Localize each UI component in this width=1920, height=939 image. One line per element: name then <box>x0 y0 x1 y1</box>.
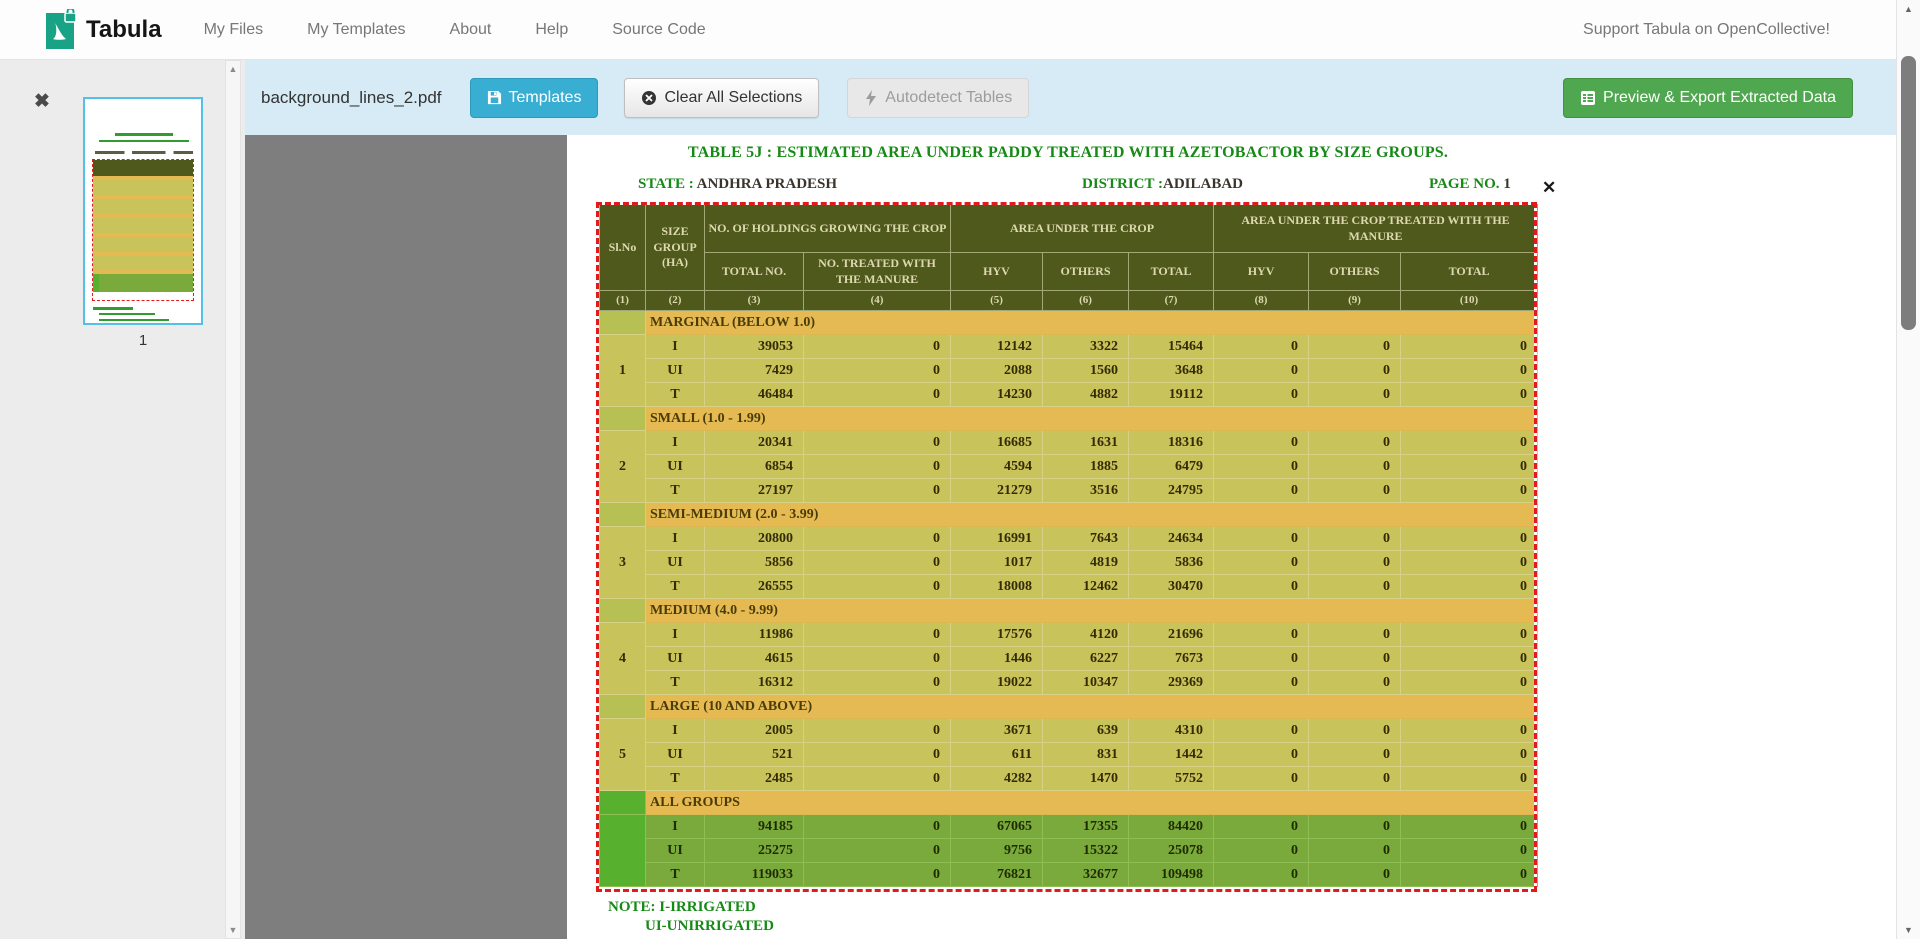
brand-title: Tabula <box>86 16 162 44</box>
selection-close-icon[interactable]: ✕ <box>1542 178 1556 198</box>
flash-icon <box>864 90 878 106</box>
window-scrollbar[interactable]: ▲ ▼ <box>1896 0 1920 939</box>
pdf-table-title: TABLE 5J : ESTIMATED AREA UNDER PADDY TR… <box>599 144 1537 162</box>
filename-label: background_lines_2.pdf <box>261 88 442 108</box>
remove-circle-icon <box>641 90 657 106</box>
navbar: Tabula My Files My Templates About Help … <box>0 0 1920 60</box>
thumb-note-line <box>93 307 133 310</box>
thumb-title-line <box>115 133 173 136</box>
nav-item-my-templates[interactable]: My Templates <box>307 21 405 39</box>
clear-all-selections-label: Clear All Selections <box>664 89 802 107</box>
scrollbar-thumb[interactable] <box>1901 56 1916 330</box>
thumb-meta-line <box>95 151 193 154</box>
clear-all-selections-button[interactable]: Clear All Selections <box>624 78 819 118</box>
templates-button[interactable]: Templates <box>470 78 599 118</box>
nav-menu: My Files My Templates About Help Source … <box>204 21 706 39</box>
templates-button-label: Templates <box>509 89 582 107</box>
preview-export-button[interactable]: Preview & Export Extracted Data <box>1563 78 1853 118</box>
thumb-note-line <box>99 319 169 321</box>
scroll-up-arrow[interactable]: ▲ <box>226 64 240 74</box>
nav-item-help[interactable]: Help <box>535 21 568 39</box>
district-field: DISTRICT :ADILABAD <box>1082 176 1243 193</box>
autodetect-tables-button[interactable]: Autodetect Tables <box>847 78 1029 118</box>
state-field: STATE : ANDHRA PRADESH <box>638 176 837 193</box>
nav-item-about[interactable]: About <box>450 21 492 39</box>
toolbar: background_lines_2.pdf Templates Clear A… <box>245 60 1896 135</box>
thumb-note-line <box>99 313 155 315</box>
tabula-logo-icon <box>44 9 78 51</box>
pdf-viewer: TABLE 5J : ESTIMATED AREA UNDER PADDY TR… <box>245 135 1920 939</box>
nav-item-source-code[interactable]: Source Code <box>612 21 705 39</box>
page-thumbnail[interactable] <box>83 97 203 325</box>
autodetect-tables-label: Autodetect Tables <box>885 89 1012 107</box>
remove-page-icon[interactable]: ✖ <box>34 90 50 113</box>
thumbnail-page-number: 1 <box>83 332 203 349</box>
scroll-down-arrow[interactable]: ▼ <box>226 925 240 935</box>
pdf-meta-line: STATE : ANDHRA PRADESH DISTRICT :ADILABA… <box>599 176 1537 196</box>
save-icon <box>487 90 502 105</box>
pdf-note-line-2: UI-UNIRRIGATED <box>645 918 774 935</box>
scroll-up-arrow[interactable]: ▲ <box>1897 4 1920 14</box>
thumb-title-line <box>99 140 189 142</box>
nav-item-my-files[interactable]: My Files <box>204 21 264 39</box>
preview-export-label: Preview & Export Extracted Data <box>1603 89 1836 107</box>
page-thumbnail-sidebar: ✖ 1 ▲ ▼ <box>0 60 245 939</box>
scroll-down-arrow[interactable]: ▼ <box>1897 925 1920 935</box>
sidebar-scrollbar[interactable]: ▲ ▼ <box>225 60 241 939</box>
support-link[interactable]: Support Tabula on OpenCollective! <box>1583 21 1830 39</box>
pdf-note-line-1: NOTE: I-IRRIGATED <box>608 899 756 916</box>
table-selection-box[interactable] <box>596 202 1537 892</box>
viewer-gray-background <box>245 135 567 939</box>
page-no-field: PAGE NO. 1 <box>1429 176 1511 193</box>
table-list-icon <box>1580 90 1596 106</box>
thumb-table-preview <box>92 159 194 301</box>
